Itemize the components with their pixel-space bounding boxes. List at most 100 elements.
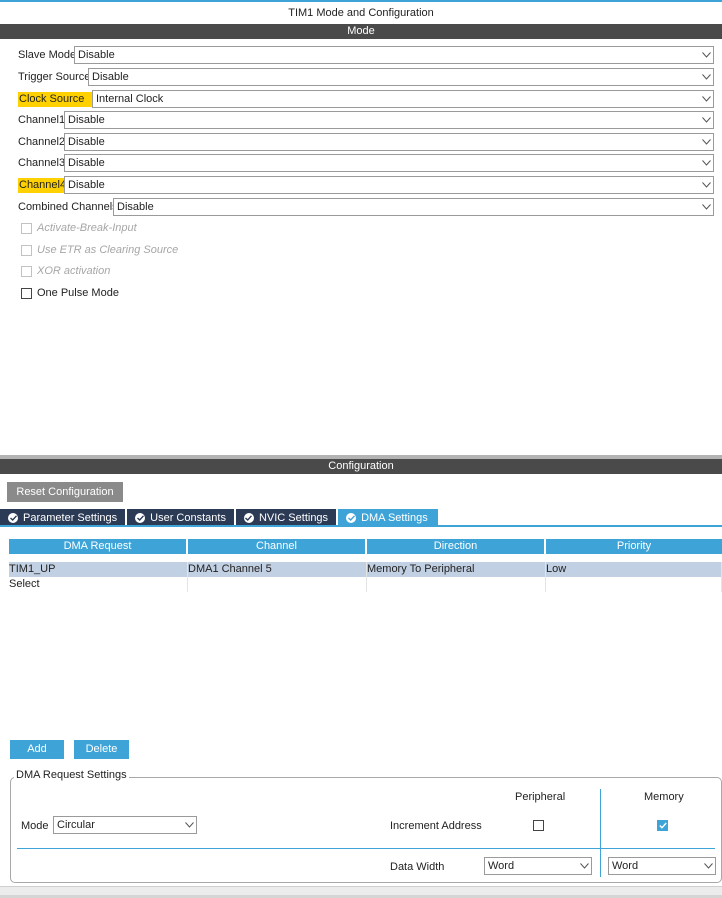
table-row[interactable]: TIM1_UP DMA1 Channel 5 Memory To Periphe… (9, 562, 722, 577)
channel4-label: Channel4 (18, 177, 68, 193)
xor-activation-label: XOR activation (37, 265, 111, 277)
combined-channels-select[interactable]: Disable (113, 198, 714, 216)
bottom-scroll-area (0, 886, 722, 898)
check-circle-icon (135, 512, 146, 523)
section-divider[interactable] (0, 455, 722, 459)
activate-break-input-option: Activate-Break-Input (21, 220, 137, 236)
table-cell (546, 577, 722, 592)
dma-mode-select[interactable]: Circular (53, 816, 197, 834)
channel4-value: Disable (68, 179, 105, 191)
use-etr-label: Use ETR as Clearing Source (37, 244, 179, 256)
column-header-direction[interactable]: Direction (367, 539, 546, 554)
table-cell: Select (9, 577, 188, 592)
tab-nvic-settings[interactable]: NVIC Settings (235, 509, 337, 526)
tab-parameter-settings[interactable]: Parameter Settings (0, 509, 126, 526)
tab-user-constants[interactable]: User Constants (127, 509, 234, 526)
one-pulse-mode-label: One Pulse Mode (37, 287, 119, 299)
settings-divider (17, 848, 715, 849)
tab-label: User Constants (150, 511, 226, 524)
activate-break-input-label: Activate-Break-Input (37, 222, 137, 234)
check-circle-icon (243, 512, 254, 523)
tab-underline (0, 525, 722, 527)
chevron-down-icon (699, 177, 713, 193)
mode-section-title: Mode (347, 25, 375, 37)
trigger-source-row: Trigger Source (18, 68, 92, 86)
check-circle-icon (346, 512, 357, 523)
table-cell: DMA1 Channel 5 (188, 562, 367, 577)
chevron-down-icon (182, 817, 196, 833)
channel3-value: Disable (68, 157, 105, 169)
clock-source-value: Internal Clock (96, 93, 164, 105)
chevron-down-icon (699, 69, 713, 85)
delete-button[interactable]: Delete (74, 740, 129, 759)
add-button[interactable]: Add (10, 740, 64, 759)
use-etr-option: Use ETR as Clearing Source (21, 242, 178, 258)
chevron-down-icon (577, 858, 591, 874)
channel1-row: Channel1 (18, 111, 67, 129)
table-cell: Low (546, 562, 722, 577)
chevron-down-icon (699, 112, 713, 128)
config-tabs: Parameter Settings User Constants NVIC S… (0, 509, 440, 526)
table-cell: TIM1_UP (9, 562, 188, 577)
channel2-row: Channel2 (18, 133, 67, 151)
channel1-value: Disable (68, 114, 105, 126)
data-width-label: Data Width (390, 861, 445, 873)
trigger-source-value: Disable (92, 71, 129, 83)
check-circle-icon (8, 512, 18, 523)
tab-label: DMA Settings (361, 511, 428, 524)
configuration-section-header: Configuration (0, 455, 722, 474)
channel4-select[interactable]: Disable (64, 176, 714, 194)
memory-data-width-value: Word (612, 860, 639, 872)
chevron-down-icon (699, 91, 713, 107)
channel3-select[interactable]: Disable (64, 154, 714, 172)
slave-mode-select[interactable]: Disable (74, 46, 714, 64)
dma-mode-value: Circular (57, 819, 95, 831)
trigger-source-label: Trigger Source (18, 70, 91, 83)
table-header: DMA Request Channel Direction Priority (9, 539, 722, 554)
tab-label: Parameter Settings (23, 511, 118, 524)
chevron-down-icon (699, 199, 713, 215)
column-header-channel[interactable]: Channel (188, 539, 367, 554)
table-row[interactable]: Select (9, 577, 722, 592)
reset-configuration-button[interactable]: Reset Configuration (7, 482, 123, 502)
channel2-select[interactable]: Disable (64, 133, 714, 151)
tab-dma-settings[interactable]: DMA Settings (338, 509, 438, 526)
one-pulse-mode-checkbox[interactable] (21, 287, 32, 299)
memory-increment-checkbox[interactable] (657, 820, 668, 831)
peripheral-increment-checkbox[interactable] (533, 820, 544, 831)
channel3-row: Channel3 (18, 154, 67, 172)
memory-data-width-select[interactable]: Word (608, 857, 716, 875)
table-cell: Memory To Peripheral (367, 562, 546, 577)
channel3-label: Channel3 (18, 156, 66, 169)
column-header-priority[interactable]: Priority (546, 539, 722, 554)
channel1-select[interactable]: Disable (64, 111, 714, 129)
column-divider (600, 789, 601, 877)
dma-request-table: DMA Request Channel Direction Priority T… (9, 539, 722, 592)
column-header-dma-request[interactable]: DMA Request (9, 539, 188, 554)
peripheral-header: Peripheral (515, 791, 566, 803)
clock-source-select[interactable]: Internal Clock (92, 90, 714, 108)
combined-channels-label: Combined Channels (18, 200, 118, 213)
mode-section-header: Mode (0, 24, 722, 39)
channel1-label: Channel1 (18, 113, 66, 126)
memory-header: Memory (644, 791, 684, 803)
chevron-down-icon (701, 858, 715, 874)
increment-address-label: Increment Address (390, 820, 482, 832)
xor-activation-checkbox (21, 265, 32, 277)
combined-channels-value: Disable (117, 201, 154, 213)
clock-source-row: Clock Source (18, 90, 98, 108)
slave-mode-value: Disable (78, 49, 115, 61)
channel2-value: Disable (68, 136, 105, 148)
slave-mode-label: Slave Mode (18, 48, 77, 61)
checkmark-icon (658, 822, 667, 829)
peripheral-data-width-value: Word (488, 860, 515, 872)
peripheral-data-width-select[interactable]: Word (484, 857, 592, 875)
one-pulse-mode-option[interactable]: One Pulse Mode (21, 285, 119, 301)
table-cell (367, 577, 546, 592)
clock-source-label: Clock Source (18, 91, 98, 107)
channel2-label: Channel2 (18, 135, 66, 148)
combined-channels-row: Combined Channels (18, 198, 120, 216)
channel4-row: Channel4 (18, 176, 68, 194)
trigger-source-select[interactable]: Disable (88, 68, 714, 86)
slave-mode-row: Slave Mode (18, 46, 78, 64)
